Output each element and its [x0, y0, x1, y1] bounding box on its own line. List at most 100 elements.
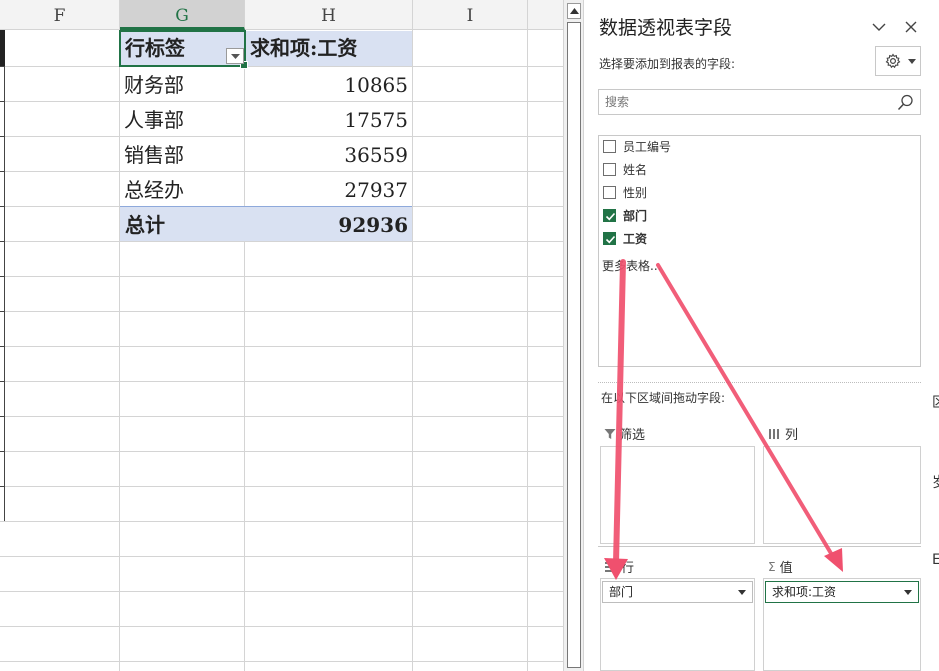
column-header-next[interactable]: [528, 0, 563, 30]
pane-collapse-button[interactable]: [870, 18, 888, 36]
table-edge-line: [0, 416, 5, 417]
field-settings-button[interactable]: [875, 46, 921, 76]
column-header-f[interactable]: F: [0, 0, 120, 30]
pivot-row-label[interactable]: 财务部: [124, 68, 242, 103]
table-edge-line: [0, 451, 5, 452]
field-checkbox[interactable]: [603, 139, 616, 153]
table-edge-line: [0, 276, 5, 277]
table-edge-line: [0, 66, 5, 67]
table-edge-line: [0, 346, 5, 347]
spreadsheet-grid[interactable]: F G H I 行标签 求和项:工资 财务部 10865 人事部 17575 销…: [0, 0, 563, 671]
pivot-row-label[interactable]: 总经办: [124, 173, 242, 208]
field-checkbox[interactable]: [603, 162, 616, 176]
field-checkbox-checked[interactable]: [603, 208, 616, 222]
filter-drop-area[interactable]: [600, 446, 755, 544]
grid-line: [527, 30, 528, 671]
chevron-up-icon: [570, 8, 579, 14]
filter-icon: [604, 428, 616, 439]
row-label-filter-button[interactable]: [226, 48, 244, 64]
field-checkbox-checked[interactable]: [603, 231, 616, 245]
field-checkbox[interactable]: [603, 185, 616, 199]
columns-drop-area[interactable]: [763, 446, 921, 544]
grid-line: [0, 66, 563, 67]
grid-line: [0, 521, 563, 522]
field-label: 员工编号: [623, 139, 672, 154]
pivot-row-value[interactable]: 36559: [248, 138, 408, 173]
gear-icon: [885, 53, 901, 69]
values-field-chip[interactable]: 求和项:工资: [765, 581, 919, 603]
grid-line: [119, 30, 120, 671]
pivot-row-label[interactable]: 销售部: [124, 138, 242, 173]
table-edge-header: [0, 30, 5, 66]
field-item[interactable]: 性别: [603, 183, 647, 201]
chevron-down-icon: [231, 54, 240, 59]
table-edge-line: [0, 381, 5, 382]
pane-title: 数据透视表字段: [599, 17, 733, 39]
pivot-field-pane: 数据透视表字段 选择要添加到报表的字段: 员工编号 姓名 性别: [583, 0, 939, 671]
scrollbar-thumb[interactable]: [567, 22, 581, 668]
drag-hint-text: 在以下区域间拖动字段:: [601, 391, 726, 405]
column-header-i[interactable]: I: [413, 0, 528, 30]
field-item[interactable]: 工资: [603, 229, 647, 247]
column-header-row: F G H I: [0, 0, 563, 30]
vertical-scrollbar[interactable]: [563, 0, 583, 671]
table-edge-line: [0, 101, 5, 102]
column-header-g[interactable]: G: [120, 0, 245, 30]
search-icon[interactable]: [897, 94, 914, 111]
columns-area-label: 列: [768, 424, 798, 443]
pivot-row-label[interactable]: 人事部: [124, 103, 242, 138]
grid-line: [0, 416, 563, 417]
table-edge-line: [0, 171, 5, 172]
chevron-down-icon: [908, 59, 916, 64]
table-edge-line: [0, 486, 5, 487]
field-item[interactable]: 员工编号: [603, 137, 671, 155]
chevron-down-icon[interactable]: [738, 590, 746, 595]
table-edge-line: [0, 136, 5, 137]
grid-line: [0, 556, 563, 557]
column-header-h[interactable]: H: [245, 0, 413, 30]
field-label: 部门: [623, 208, 648, 223]
values-area-label: Σ 值: [768, 559, 793, 577]
sigma-icon: Σ: [768, 559, 776, 574]
grid-line: [0, 486, 563, 487]
grid-line: [412, 30, 413, 671]
pivot-value-header[interactable]: 求和项:工资: [250, 31, 410, 66]
field-item[interactable]: 部门: [603, 206, 647, 224]
chevron-down-icon[interactable]: [904, 590, 912, 595]
clipped-edge-glyph: 区: [932, 392, 939, 412]
pivot-total-value[interactable]: 92936: [248, 208, 408, 243]
table-edge-line: [0, 241, 5, 242]
clipped-edge-glyph: E: [932, 552, 939, 568]
rows-icon: [605, 561, 617, 572]
grid-line: [0, 381, 563, 382]
field-label: 性别: [623, 185, 648, 200]
pane-close-button[interactable]: [902, 18, 920, 36]
grid-line: [0, 276, 563, 277]
section-separator: [598, 382, 921, 383]
scroll-up-button[interactable]: [567, 3, 581, 19]
more-tables-link[interactable]: 更多表格...: [602, 257, 661, 274]
field-label: 工资: [623, 231, 648, 246]
grid-line: [0, 661, 563, 662]
chevron-down-icon: [872, 23, 886, 31]
rows-field-chip[interactable]: 部门: [602, 581, 753, 603]
pivot-row-value[interactable]: 27937: [248, 173, 408, 208]
field-search-box[interactable]: [598, 89, 921, 115]
pivot-total-label[interactable]: 总计: [125, 208, 243, 243]
columns-icon: [769, 428, 779, 439]
grid-line: [0, 591, 563, 592]
pivot-row-value[interactable]: 10865: [248, 68, 408, 103]
pane-subtitle: 选择要添加到报表的字段:: [599, 57, 736, 71]
grid-line: [244, 30, 245, 671]
table-edge-line: [0, 206, 5, 207]
grid-line: [0, 626, 563, 627]
pivot-row-value[interactable]: 17575: [248, 103, 408, 138]
field-search-input[interactable]: [605, 93, 885, 111]
grid-line: [0, 451, 563, 452]
grid-line: [0, 346, 563, 347]
field-list: 员工编号 姓名 性别 部门 工资 更多表格...: [598, 135, 921, 367]
clipped-edge-glyph: 岁: [932, 472, 939, 492]
field-label: 姓名: [623, 162, 648, 177]
grid-line: [0, 311, 563, 312]
field-item[interactable]: 姓名: [603, 160, 647, 178]
